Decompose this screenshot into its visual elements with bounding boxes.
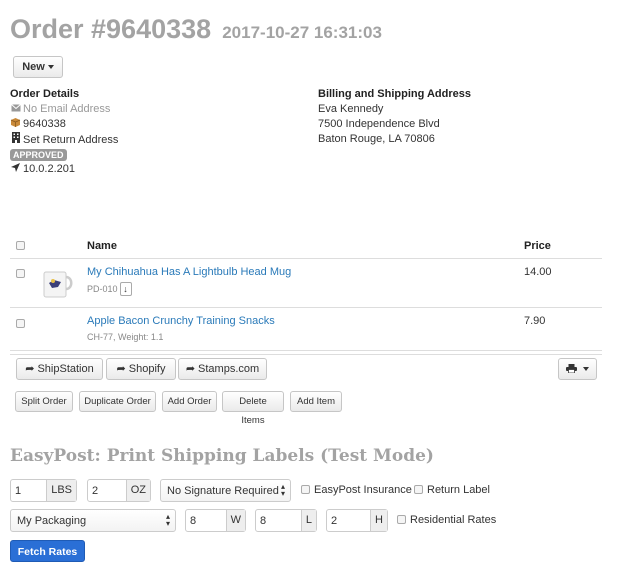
email-text: No Email Address	[23, 103, 111, 115]
ip-row: 10.0.2.201	[10, 162, 300, 177]
weight-lbs-input[interactable]: 1 LBS	[10, 479, 77, 502]
address-street: 7500 Independence Blvd	[318, 118, 440, 130]
address-city: Baton Rouge, LA 70806	[318, 133, 435, 145]
order-number-row: 9640338	[10, 117, 300, 132]
width-input[interactable]: 8 W	[185, 509, 246, 532]
download-icon[interactable]: ↓	[119, 282, 132, 296]
items-table: Name Price My Chihuahua Has A Lightbulb …	[10, 233, 602, 351]
product-image	[40, 269, 76, 299]
caret-down-icon	[47, 65, 54, 70]
easypost-title: EasyPost: Print Shipping Labels (Test Mo…	[10, 446, 434, 466]
add-order-button[interactable]: Add Order	[162, 391, 217, 412]
return-label-checkbox[interactable]: Return Label	[414, 484, 490, 496]
table-row: Apple Bacon Crunchy Training Snacks CH-7…	[10, 308, 602, 351]
row-checkbox[interactable]	[16, 319, 25, 328]
order-number: 9640338	[23, 118, 66, 130]
height-input[interactable]: 2 H	[326, 509, 388, 532]
select-all-checkbox[interactable]	[16, 241, 25, 250]
print-dropdown-button[interactable]	[558, 358, 597, 380]
box-icon	[10, 117, 21, 132]
address-heading: Billing and Shipping Address	[318, 88, 471, 100]
product-link[interactable]: My Chihuahua Has A Lightbulb Head Mug	[87, 266, 291, 278]
split-order-button[interactable]: Split Order	[15, 391, 73, 412]
product-sku: CH-77, Weight: 1.1	[87, 332, 164, 342]
building-icon	[10, 132, 21, 148]
status-badge: APPROVED	[10, 149, 67, 161]
address-name: Eva Kennedy	[318, 103, 384, 115]
product-sku: PD-010	[87, 283, 118, 294]
return-address-row[interactable]: Set Return Address	[10, 132, 300, 147]
product-price: 7.90	[524, 315, 546, 327]
column-header-name: Name	[87, 240, 117, 252]
printer-icon	[565, 363, 580, 375]
stamps-button[interactable]: ➦ Stamps.com	[178, 358, 267, 380]
shopify-button[interactable]: ➦ Shopify	[106, 358, 176, 380]
ip-address: 10.0.2.201	[23, 163, 75, 175]
weight-oz-input[interactable]: 2 OZ	[87, 479, 151, 502]
order-details: Order Details No Email Address 9640338 S…	[10, 88, 300, 177]
order-datetime: 2017-10-27 16:31:03	[222, 23, 382, 42]
residential-rates-checkbox[interactable]: Residential Rates	[397, 514, 496, 526]
table-row: My Chihuahua Has A Lightbulb Head Mug PD…	[10, 259, 602, 308]
billing-shipping-address: Billing and Shipping Address Eva Kennedy…	[318, 88, 598, 147]
return-address-text: Set Return Address	[23, 134, 119, 146]
shipping-integrations-bar: ➦ ShipStation ➦ Shopify ➦ Stamps.com	[10, 354, 602, 382]
insurance-checkbox[interactable]: EasyPost Insurance	[301, 484, 412, 496]
signature-select[interactable]: No Signature Required ▴ ▾	[160, 479, 291, 502]
order-title: Order #9640338	[10, 14, 212, 44]
fetch-rates-button[interactable]: Fetch Rates	[10, 540, 85, 562]
packaging-select[interactable]: My Packaging ▴ ▾	[10, 509, 176, 532]
caret-down-icon	[583, 367, 590, 372]
share-icon: ➦	[185, 363, 196, 375]
product-price: 14.00	[524, 266, 552, 278]
add-item-button[interactable]: Add Item	[290, 391, 342, 412]
share-icon: ➦	[25, 363, 35, 375]
new-dropdown-button[interactable]: New	[13, 56, 63, 78]
shipstation-button[interactable]: ➦ ShipStation	[16, 358, 103, 380]
row-checkbox[interactable]	[16, 269, 25, 278]
duplicate-order-button[interactable]: Duplicate Order	[79, 391, 156, 412]
product-link[interactable]: Apple Bacon Crunchy Training Snacks	[87, 315, 275, 327]
length-input[interactable]: 8 L	[255, 509, 317, 532]
column-header-price: Price	[524, 240, 551, 252]
share-icon: ➦	[116, 363, 126, 375]
order-details-heading: Order Details	[10, 88, 80, 100]
oz-addon: OZ	[125, 480, 150, 501]
location-arrow-icon	[10, 162, 21, 177]
email-row: No Email Address	[10, 102, 300, 117]
envelope-icon	[10, 102, 21, 117]
new-label: New	[22, 61, 45, 73]
lbs-addon: LBS	[46, 480, 76, 501]
select-arrows-icon: ▴ ▾	[165, 512, 170, 528]
page-title: Order #9640338 2017-10-27 16:31:03	[10, 14, 382, 48]
table-header: Name Price	[10, 233, 602, 259]
select-arrows-icon: ▴ ▾	[280, 482, 285, 498]
delete-items-button[interactable]: Delete Items	[222, 391, 284, 426]
